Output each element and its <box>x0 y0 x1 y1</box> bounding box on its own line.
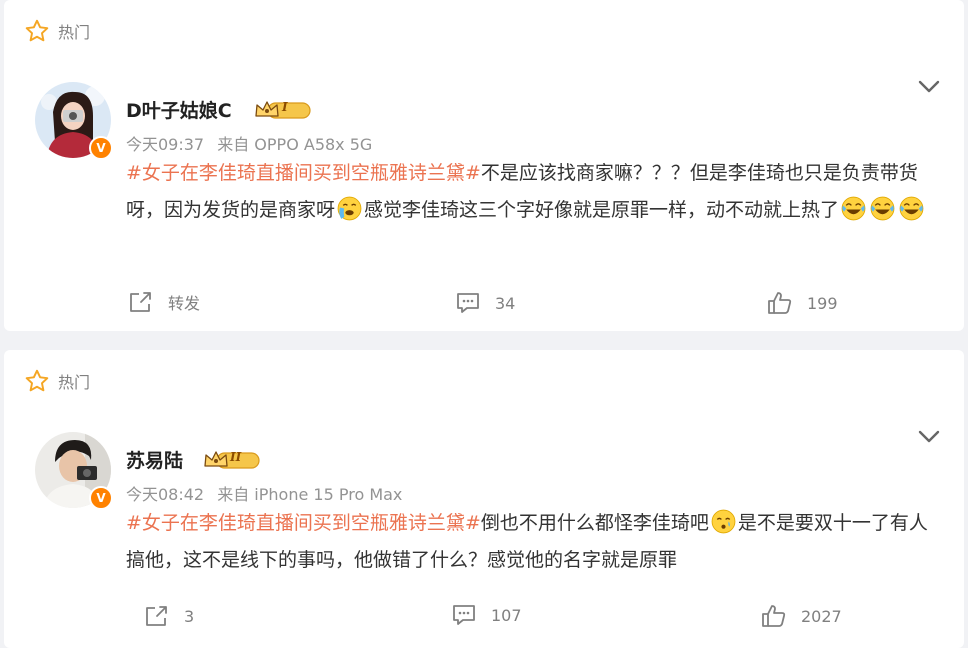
post-card: 热门 V D叶子姑娘C I 今天09:37 来自 OPPO A58x 5G #女… <box>4 0 964 331</box>
like-count: 2027 <box>801 606 842 626</box>
share-icon <box>130 292 151 312</box>
comment-icon <box>457 293 479 313</box>
chevron-down-icon[interactable] <box>918 430 940 444</box>
hot-label: 热门 <box>58 373 91 392</box>
laugh-cry-emoji-icon <box>841 196 866 221</box>
username[interactable]: 苏易陆 <box>126 446 183 473</box>
hot-tag: 热门 <box>24 368 90 394</box>
post-card: 热门 V 苏易陆 II 今天08:42 来自 iPhone 15 Pro Max <box>4 350 964 648</box>
post-text: 感觉李佳琦这三个字好像就是原罪一样，动不动就上热了 <box>364 199 840 221</box>
post-meta: 今天08:42 来自 iPhone 15 Pro Max <box>126 481 410 505</box>
post-text: 倒也不用什么都怪李佳琦吧 <box>480 512 709 534</box>
hashtag-link[interactable]: #女子在李佳琦直播间买到空瓶雅诗兰黛# <box>126 162 481 184</box>
laugh-cry-emoji-icon <box>899 196 924 221</box>
like-button[interactable]: 2027 <box>761 604 842 628</box>
comment-button[interactable]: 34 <box>455 291 515 315</box>
post-source: 来自 OPPO A58x 5G <box>217 135 373 154</box>
post-meta: 今天09:37 来自 OPPO A58x 5G <box>126 131 380 155</box>
level-label: II <box>230 450 242 464</box>
hot-label: 热门 <box>58 23 91 42</box>
star-icon <box>25 369 49 392</box>
share-icon <box>146 606 167 626</box>
like-count: 199 <box>807 293 838 313</box>
comment-count: 107 <box>491 605 522 625</box>
star-icon <box>25 19 49 42</box>
comment-icon <box>453 605 475 625</box>
chevron-down-icon[interactable] <box>918 80 940 94</box>
post-content: #女子在李佳琦直播间买到空瓶雅诗兰黛#不是应该找商家嘛？？？但是李佳琦也只是负责… <box>126 155 946 229</box>
verified-badge: V <box>89 486 113 510</box>
post-source: 来自 iPhone 15 Pro Max <box>217 485 403 504</box>
avatar[interactable]: V <box>35 82 113 160</box>
laugh-cry-emoji-icon <box>870 196 895 221</box>
crying-emoji-icon <box>337 196 362 221</box>
post-time[interactable]: 今天08:42 <box>126 485 204 504</box>
repost-label: 转发 <box>168 294 201 313</box>
comment-button[interactable]: 107 <box>451 603 522 627</box>
post-time[interactable]: 今天09:37 <box>126 135 204 154</box>
hot-tag: 热门 <box>24 18 90 44</box>
thumbs-up-icon <box>768 292 792 314</box>
thumbs-up-icon <box>762 605 786 627</box>
post-content: #女子在李佳琦直播间买到空瓶雅诗兰黛#倒也不用什么都怪李佳琦吧 是不是要双十一了… <box>126 505 946 579</box>
repost-count: 3 <box>184 606 195 626</box>
verified-badge: V <box>89 136 113 160</box>
comment-count: 34 <box>495 293 516 313</box>
repost-button[interactable]: 3 <box>144 604 194 628</box>
avatar[interactable]: V <box>35 432 113 510</box>
username[interactable]: D叶子姑娘C <box>126 96 232 123</box>
repost-button[interactable]: 转发 <box>128 290 200 314</box>
sad-tear-emoji-icon <box>711 509 736 534</box>
like-button[interactable]: 199 <box>767 291 838 315</box>
level-label: I <box>282 100 288 114</box>
hashtag-link[interactable]: #女子在李佳琦直播间买到空瓶雅诗兰黛# <box>126 512 481 534</box>
